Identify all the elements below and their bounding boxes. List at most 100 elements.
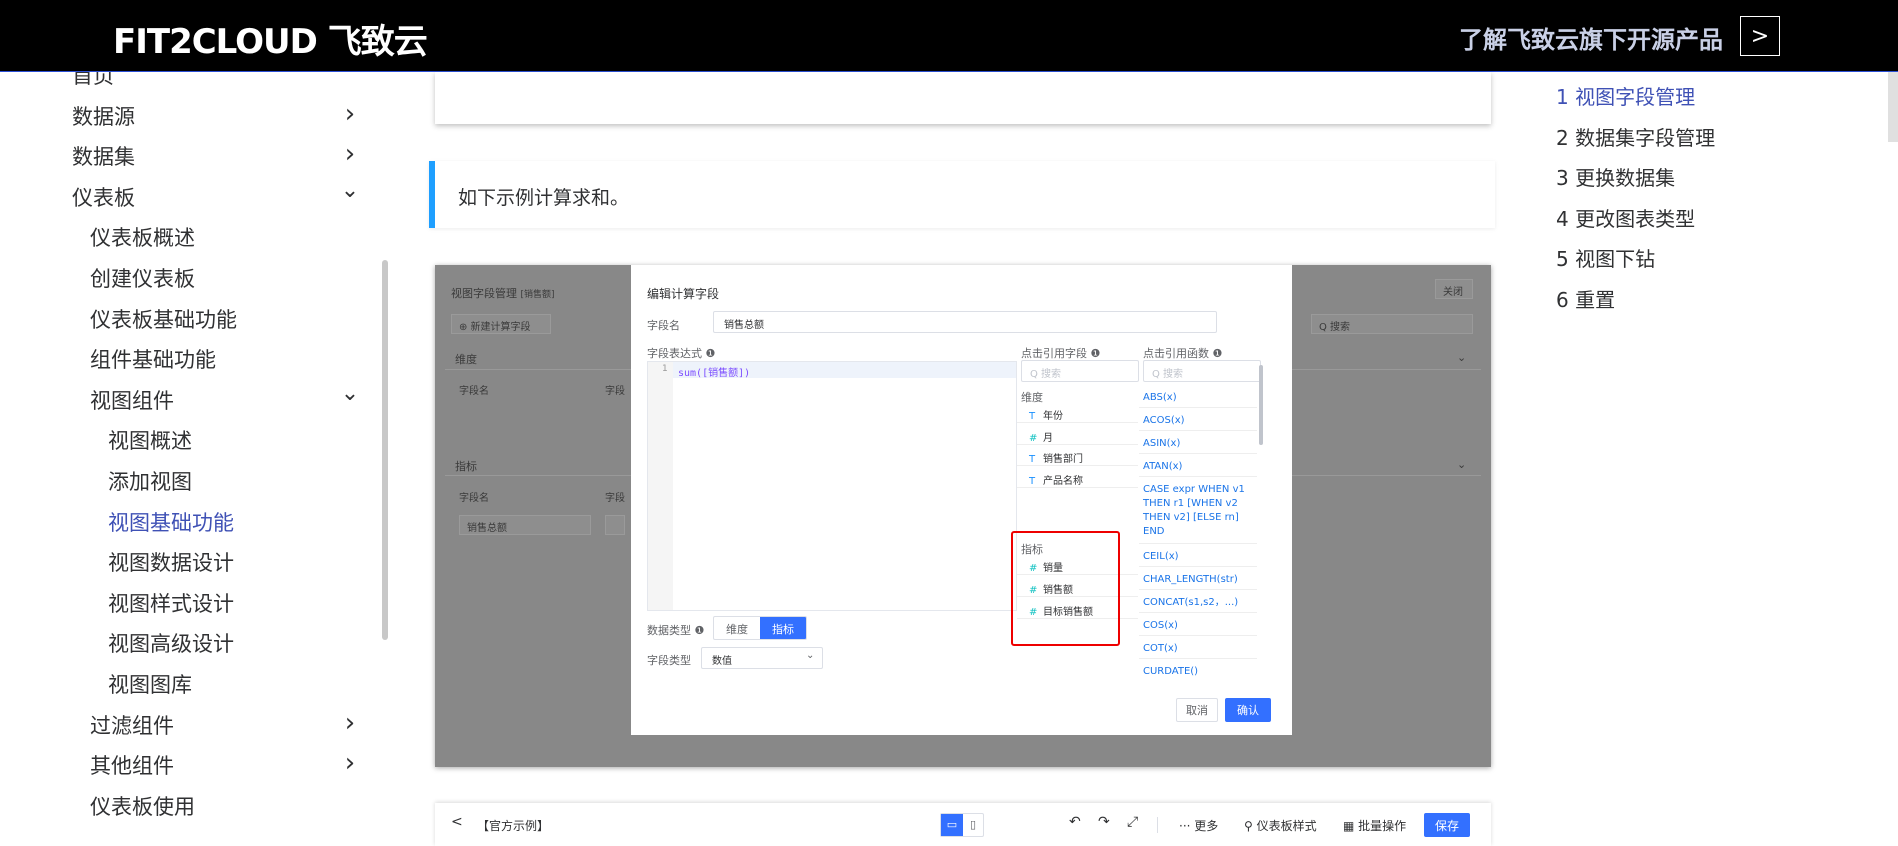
toc-item[interactable]: 6 重置 xyxy=(1556,284,1615,313)
dimension-field-item[interactable]: T 产品名称 xyxy=(1017,468,1138,488)
chevron-right-icon[interactable]: › xyxy=(338,708,362,738)
toc-item[interactable]: 5 视图下钻 xyxy=(1556,243,1655,272)
function-item[interactable]: CHAR_LENGTH(str) xyxy=(1139,570,1257,590)
field-name: 月 xyxy=(1043,432,1053,444)
function-item[interactable]: COT(x) xyxy=(1139,639,1257,659)
sidebar-item[interactable]: 视图图库 xyxy=(108,669,192,699)
data-type-metric[interactable]: 指标 xyxy=(760,617,806,639)
field-name: 年份 xyxy=(1043,411,1063,422)
function-item[interactable]: CEIL(x) xyxy=(1139,547,1257,567)
brush-icon: ⚲ xyxy=(1244,819,1257,833)
chevron-down-icon: ⌄ xyxy=(1457,351,1467,364)
open-source-products-link[interactable]: 了解飞致云旗下开源产品 xyxy=(1459,20,1723,55)
sidebar-item[interactable]: 视图组件 xyxy=(90,385,174,415)
chevron-down-icon[interactable]: ⌄ xyxy=(338,381,362,406)
back-icon[interactable]: < xyxy=(451,814,463,830)
batch-operation-button[interactable]: ▦ 批量操作 xyxy=(1343,817,1406,834)
sidebar-item[interactable]: 仪表板概述 xyxy=(90,222,195,252)
chevron-down-icon: ⌄ xyxy=(806,650,815,661)
sidebar-item[interactable]: 视图基础功能 xyxy=(108,507,234,537)
dashboard-style-button[interactable]: ⚲ 仪表板样式 xyxy=(1244,817,1317,834)
toc-item[interactable]: 1 视图字段管理 xyxy=(1556,81,1695,110)
field-type-label: 字段类型 xyxy=(647,654,691,667)
chevron-down-icon: ⌄ xyxy=(1457,458,1467,471)
function-item[interactable]: ABS(x) xyxy=(1139,388,1257,408)
sidebar-item[interactable]: 视图样式设计 xyxy=(108,588,234,618)
field-name: 销售部门 xyxy=(1043,454,1083,465)
toc-item[interactable]: 3 更换数据集 xyxy=(1556,162,1675,191)
chevron-right-icon[interactable]: > xyxy=(1740,16,1780,56)
expression-code: sum([销售额]) xyxy=(678,368,751,379)
chevron-right-icon[interactable]: › xyxy=(338,748,362,778)
expression-label: 字段表达式 ❶ xyxy=(647,347,716,360)
highlight-box xyxy=(1011,531,1120,646)
bg-close-button: 关闭 xyxy=(1443,287,1463,298)
bg-col-field: 字段名 xyxy=(459,386,489,397)
data-type-label: 数据类型 ❶ xyxy=(647,624,705,637)
fullscreen-icon[interactable]: ⤢ xyxy=(1127,814,1138,830)
line-number: 1 xyxy=(662,364,668,374)
bg-col-field2: 字段 xyxy=(605,493,625,504)
field-type-select[interactable]: 数值 ⌄ xyxy=(701,647,823,669)
sidebar-item[interactable]: 仪表板基础功能 xyxy=(90,304,237,334)
desktop-icon[interactable]: ▭ xyxy=(941,814,963,836)
scrollbar[interactable] xyxy=(382,260,388,640)
chevron-right-icon[interactable]: › xyxy=(338,139,362,169)
dashboard-title: 【官方示例】 xyxy=(477,819,550,833)
tip-block: 如下示例计算求和。 xyxy=(429,161,1495,228)
sidebar-item[interactable]: 数据集 xyxy=(72,141,135,171)
sidebar-item[interactable]: 仪表板使用 xyxy=(90,791,195,821)
confirm-button[interactable]: 确认 xyxy=(1225,698,1271,722)
function-item[interactable]: CONCAT(s1,s2，...) xyxy=(1139,593,1257,613)
redo-icon[interactable]: ↷ xyxy=(1098,814,1110,830)
function-item[interactable]: CURDATE() xyxy=(1139,662,1257,677)
toc-item[interactable]: 2 数据集字段管理 xyxy=(1556,122,1715,151)
dialog-title: 编辑计算字段 xyxy=(647,287,720,301)
dimension-field-item[interactable]: # 月 xyxy=(1017,425,1138,445)
field-name-input[interactable]: 销售总额 xyxy=(713,311,1217,333)
bg-search: Q 搜索 xyxy=(1319,322,1351,333)
mobile-icon[interactable]: ▯ xyxy=(963,814,983,836)
function-item[interactable]: COS(x) xyxy=(1139,616,1257,636)
function-item[interactable]: ATAN(x) xyxy=(1139,457,1257,477)
sidebar-item[interactable]: 添加视图 xyxy=(108,466,192,496)
more-button[interactable]: ··· 更多 xyxy=(1179,817,1218,834)
scrollbar[interactable] xyxy=(1888,72,1898,142)
content-card xyxy=(435,72,1491,124)
dimension-field-item[interactable]: T 销售部门 xyxy=(1017,446,1138,466)
dimension-field-item[interactable]: T 年份 xyxy=(1017,403,1138,423)
bg-col-field2: 字段 xyxy=(605,386,625,397)
logo[interactable]: FIT2CLOUD 飞致云 xyxy=(113,14,428,63)
text-icon: T xyxy=(1029,454,1036,465)
function-item[interactable]: ACOS(x) xyxy=(1139,411,1257,431)
sidebar-item[interactable]: 组件基础功能 xyxy=(90,344,216,374)
function-item[interactable]: CASE expr WHEN v1 THEN r1 [WHEN v2 THEN … xyxy=(1139,480,1257,544)
dashboard-toolbar: < 【官方示例】 ▭ ▯ ↶ ↷ ⤢ ··· 更多 ⚲ 仪表板样式 ▦ 批量操作… xyxy=(435,803,1491,846)
undo-icon[interactable]: ↶ xyxy=(1069,814,1081,830)
number-icon: # xyxy=(1029,432,1038,444)
chevron-down-icon[interactable]: ⌄ xyxy=(338,178,362,203)
sidebar-item[interactable]: 视图概述 xyxy=(108,425,192,455)
top-header: FIT2CLOUD 飞致云 了解飞致云旗下开源产品 > xyxy=(0,0,1898,72)
sidebar-item[interactable]: 数据源 xyxy=(72,101,135,131)
sidebar-item[interactable]: 过滤组件 xyxy=(90,710,174,740)
sidebar-item[interactable]: 视图高级设计 xyxy=(108,628,234,658)
sidebar-item[interactable]: 仪表板 xyxy=(72,182,135,212)
text-icon: T xyxy=(1029,411,1036,422)
sidebar-item[interactable]: 首页 xyxy=(72,72,114,90)
cancel-button[interactable]: 取消 xyxy=(1176,698,1218,722)
sidebar-item[interactable]: 创建仪表板 xyxy=(90,263,195,293)
expression-editor[interactable]: 1 sum([销售额]) xyxy=(647,361,1017,611)
sidebar-item[interactable]: 其他组件 xyxy=(90,750,174,780)
function-list: ABS(x) ACOS(x) ASIN(x) ATAN(x) CASE expr WHE… xyxy=(1139,347,1264,677)
data-type-dimension[interactable]: 维度 xyxy=(714,617,760,639)
save-button[interactable]: 保存 xyxy=(1424,813,1470,837)
toc-item[interactable]: 4 更改图表类型 xyxy=(1556,203,1695,232)
scrollbar[interactable] xyxy=(1259,365,1263,445)
device-toggle: ▭ ▯ xyxy=(940,813,984,837)
sidebar-item[interactable]: 视图数据设计 xyxy=(108,547,234,577)
function-item[interactable]: ASIN(x) xyxy=(1139,434,1257,454)
text-icon: T xyxy=(1029,475,1036,487)
chevron-right-icon[interactable]: › xyxy=(338,99,362,129)
field-name-label: 字段名 xyxy=(647,319,680,332)
